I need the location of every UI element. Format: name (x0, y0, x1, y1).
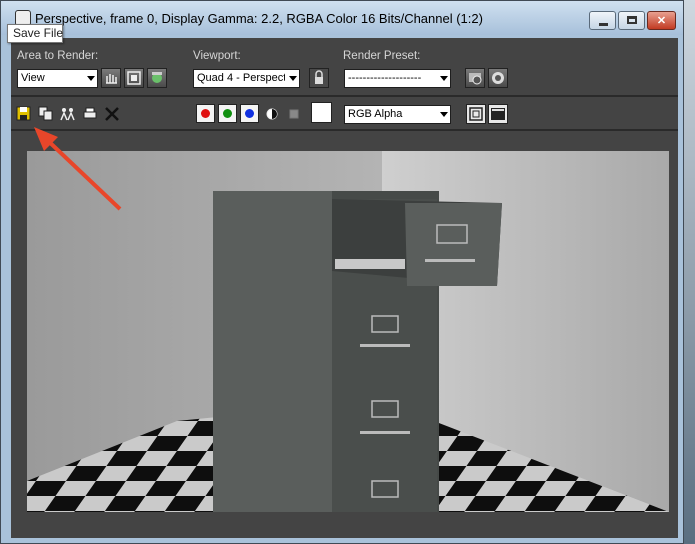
title-bar[interactable]: Perspective, frame 0, Display Gamma: 2.2… (1, 1, 683, 35)
chevron-down-icon (440, 76, 448, 81)
red-dot-icon (201, 109, 210, 118)
viewport-dropdown[interactable]: Quad 4 - Perspective (193, 69, 300, 88)
area-to-render-value: View (21, 72, 45, 84)
render-preset-label: Render Preset: (343, 50, 421, 62)
chevron-down-icon (87, 76, 95, 81)
alpha-icon (266, 108, 278, 120)
close-icon: ✕ (656, 15, 667, 27)
region-icon (127, 71, 141, 85)
maximize-button[interactable] (618, 11, 645, 30)
hand-icon (106, 74, 117, 84)
render-button[interactable] (488, 68, 508, 88)
toggle-ui-button[interactable] (488, 104, 508, 124)
print-icon (83, 107, 97, 119)
minimize-icon (599, 23, 608, 26)
viewport-label: Viewport: (193, 50, 241, 62)
channel-display-value: RGB Alpha (348, 108, 403, 120)
monochrome-toggle[interactable] (286, 106, 302, 122)
window-title: Perspective, frame 0, Display Gamma: 2.2… (35, 11, 483, 26)
clone-icon (60, 108, 75, 121)
environment-button[interactable] (465, 68, 485, 88)
channel-display-dropdown[interactable]: RGB Alpha (344, 105, 451, 124)
lock-icon (315, 70, 323, 84)
green-channel-toggle[interactable] (218, 104, 237, 123)
minimize-button[interactable] (589, 11, 616, 30)
area-to-render-label: Area to Render: (17, 50, 99, 62)
maximize-icon (627, 16, 637, 24)
alpha-channel-toggle[interactable] (264, 106, 280, 122)
chevron-down-icon (440, 112, 448, 117)
print-image-button[interactable] (82, 106, 98, 122)
render-preset-value: -------------------- (348, 72, 422, 84)
close-button[interactable]: ✕ (647, 11, 676, 30)
toggle-ui-icon (491, 108, 505, 120)
save-file-button[interactable] (16, 106, 32, 122)
background-color-swatch[interactable] (311, 102, 332, 123)
green-dot-icon (223, 109, 232, 118)
edit-region-button[interactable] (101, 68, 121, 88)
teapot-icon (152, 72, 162, 83)
render-preset-dropdown[interactable]: -------------------- (344, 69, 451, 88)
red-channel-toggle[interactable] (196, 104, 215, 123)
lock-viewport-button[interactable] (309, 68, 329, 88)
auto-region-button[interactable] (124, 68, 144, 88)
save-icon (16, 106, 31, 121)
render-setup-button[interactable] (147, 68, 167, 88)
annotation-arrow (34, 127, 122, 211)
save-file-tooltip: Save File (7, 24, 63, 43)
environment-icon (469, 73, 482, 85)
clear-icon (105, 107, 119, 121)
overlay-icon (469, 107, 483, 121)
chevron-down-icon (289, 76, 297, 81)
rendered-frame-window: Perspective, frame 0, Display Gamma: 2.2… (0, 0, 684, 544)
viewport-value: Quad 4 - Perspective (197, 72, 285, 84)
copy-image-button[interactable] (38, 106, 54, 122)
toolbar-divider (11, 95, 678, 97)
monochrome-icon (289, 109, 299, 119)
clear-button[interactable] (104, 106, 120, 122)
toggle-ui-overlay-button[interactable] (466, 104, 486, 124)
blue-dot-icon (245, 109, 254, 118)
render-teapot-icon (492, 72, 504, 84)
blue-channel-toggle[interactable] (240, 104, 259, 123)
area-to-render-dropdown[interactable]: View (17, 69, 98, 88)
copy-icon (38, 106, 53, 121)
clone-window-button[interactable] (60, 106, 76, 122)
client-area: Area to Render: Viewport: Render Preset:… (11, 38, 678, 538)
